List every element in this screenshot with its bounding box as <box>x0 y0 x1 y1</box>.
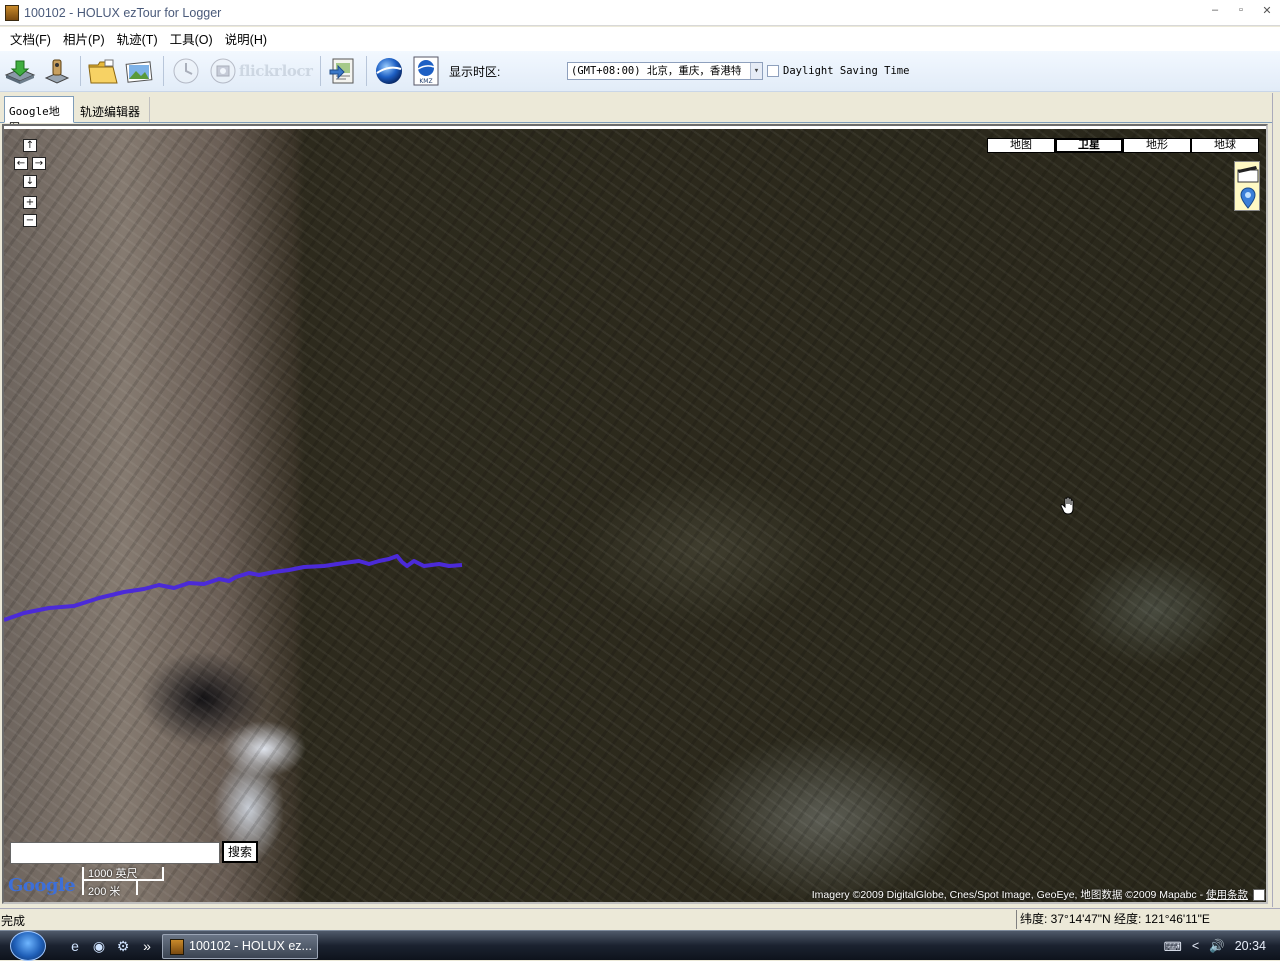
camera-button[interactable] <box>205 53 241 89</box>
open-folder-icon <box>88 59 118 84</box>
map-type-satellite[interactable]: 卫星 <box>1055 138 1123 153</box>
quicklaunch-more-icon[interactable]: » <box>138 937 156 955</box>
flickr-button[interactable]: flickr <box>238 53 282 89</box>
taskbar: e ◉ ⚙ » 100102 - HOLUX ez... ⌨ < 🔊 20:34 <box>0 930 1280 961</box>
clock-icon <box>173 58 199 84</box>
toolbar-separator <box>80 56 81 86</box>
film-icon <box>1237 166 1259 183</box>
settings-icon[interactable]: ⚙ <box>114 937 132 955</box>
pegman-pin-icon <box>1240 187 1256 209</box>
photos-icon <box>125 61 153 83</box>
menu-tools[interactable]: 工具(O) <box>164 29 219 48</box>
gps-track-line[interactable] <box>4 554 463 622</box>
zoom-out-button[interactable]: − <box>23 214 37 227</box>
taskbar-app-label: 100102 - HOLUX ez... <box>189 939 312 953</box>
window-title: 100102 - HOLUX ezTour for Logger <box>24 5 222 20</box>
menu-file[interactable]: 文档(F) <box>4 29 57 48</box>
open-folder-button[interactable] <box>85 53 121 89</box>
menu-help[interactable]: 说明(H) <box>219 29 273 48</box>
import-gps-button[interactable] <box>2 53 38 89</box>
kmz-icon: KMZ <box>413 56 439 86</box>
ie-icon[interactable]: e <box>66 937 84 955</box>
attribution-text: Imagery ©2009 DigitalGlobe, Cnes/Spot Im… <box>811 889 1206 901</box>
coordinates-readout: 纬度: 37°14'47"N 经度: 121°46'11"E <box>1016 910 1272 929</box>
toolbar: flickr locr KMZ 显示时区: (GMT+08:00) 北京，重庆，… <box>0 50 1280 92</box>
menu-track[interactable]: 轨迹(T) <box>111 29 164 48</box>
device-icon <box>44 59 70 84</box>
export-button[interactable] <box>325 53 361 89</box>
map-type-map[interactable]: 地图 <box>987 138 1055 153</box>
timezone-value: (GMT+08:00) 北京，重庆，香港特 <box>571 65 742 77</box>
maximize-button[interactable]: ▫ <box>1234 4 1248 17</box>
toolbar-separator <box>366 56 367 86</box>
app-icon <box>5 4 19 21</box>
zoom-in-button[interactable]: + <box>23 196 37 209</box>
satellite-map[interactable]: ↑ ← → ↓ + − 地图 卫星 地形 地球 搜索 Google 1000 英… <box>4 129 1266 902</box>
tab-track-editor[interactable]: 轨迹编辑器 <box>76 97 150 122</box>
browser-icon[interactable]: ◉ <box>90 937 108 955</box>
timezone-label: 显示时区: <box>449 64 501 79</box>
volume-icon[interactable]: 🔊 <box>1209 939 1225 954</box>
photos-button[interactable] <box>122 53 158 89</box>
pan-up-button[interactable]: ↑ <box>23 139 37 152</box>
map-search-button[interactable]: 搜索 <box>222 841 258 863</box>
panel-edge <box>1272 93 1280 907</box>
google-logo-text: Google <box>8 875 76 896</box>
tray-expand-icon[interactable]: < <box>1192 939 1199 953</box>
status-text: 完成 <box>1 914 26 928</box>
window-controls: – ▫ ✕ <box>1208 4 1274 17</box>
kmz-export-button[interactable]: KMZ <box>408 53 444 89</box>
export-icon <box>329 58 354 84</box>
chevron-down-icon[interactable]: ▾ <box>750 63 762 79</box>
map-search-input[interactable] <box>10 842 220 864</box>
hand-cursor-icon <box>1060 496 1074 515</box>
map-resize-handle[interactable] <box>1253 889 1265 901</box>
clock[interactable]: 20:34 <box>1235 939 1266 953</box>
pan-right-button[interactable]: → <box>32 157 46 170</box>
google-logo: Google <box>8 875 76 896</box>
scale-label-feet: 1000 英尺 <box>88 868 138 880</box>
flickr-icon: flickr <box>238 62 282 80</box>
timezone-select[interactable]: (GMT+08:00) 北京，重庆，香港特 ▾ <box>567 62 763 80</box>
start-button[interactable] <box>10 931 46 961</box>
keyboard-icon[interactable]: ⌨ <box>1164 939 1182 954</box>
kmz-label: KMZ <box>419 78 432 85</box>
status-bar: 完成 纬度: 37°14'47"N 经度: 121°46'11"E <box>0 908 1280 930</box>
pan-left-button[interactable]: ← <box>14 157 28 170</box>
map-attribution: Imagery ©2009 DigitalGlobe, Cnes/Spot Im… <box>812 887 1248 902</box>
dst-checkbox[interactable] <box>767 65 779 77</box>
menu-photos[interactable]: 相片(P) <box>57 29 111 48</box>
app-icon <box>170 939 184 955</box>
street-view-control[interactable] <box>1234 161 1260 211</box>
tab-google-map[interactable]: Google地图 <box>4 96 74 134</box>
dst-label: Daylight Saving Time <box>783 65 910 77</box>
close-button[interactable]: ✕ <box>1260 4 1274 17</box>
device-button[interactable] <box>39 53 75 89</box>
scale-label-meters: 200 米 <box>88 886 121 898</box>
map-frame: ↑ ← → ↓ + − 地图 卫星 地形 地球 搜索 Google 1000 英… <box>2 124 1268 904</box>
minimize-button[interactable]: – <box>1208 4 1222 17</box>
import-gps-icon <box>4 60 36 84</box>
toolbar-separator <box>163 56 164 86</box>
title-bar: 100102 - HOLUX ezTour for Logger – ▫ ✕ <box>0 0 1280 26</box>
toolbar-separator <box>320 56 321 86</box>
time-sync-button[interactable] <box>168 53 204 89</box>
map-scale: 1000 英尺 200 米 <box>82 867 166 898</box>
map-type-terrain[interactable]: 地形 <box>1123 138 1191 153</box>
terms-of-use-link[interactable]: 使用条款 <box>1206 889 1248 901</box>
camera-icon <box>210 58 236 84</box>
pan-down-button[interactable]: ↓ <box>23 175 37 188</box>
locr-button[interactable]: locr <box>279 53 315 89</box>
tab-bar: Google地图 轨迹编辑器 <box>0 93 1280 134</box>
google-earth-button[interactable] <box>371 53 407 89</box>
map-type-earth[interactable]: 地球 <box>1191 138 1259 153</box>
google-earth-icon <box>376 58 402 84</box>
locr-icon: locr <box>281 62 313 80</box>
taskbar-app-button[interactable]: 100102 - HOLUX ez... <box>162 934 318 959</box>
menu-bar: 文档(F) 相片(P) 轨迹(T) 工具(O) 说明(H) <box>0 27 1280 50</box>
system-tray: ⌨ < 🔊 20:34 <box>1164 931 1266 961</box>
